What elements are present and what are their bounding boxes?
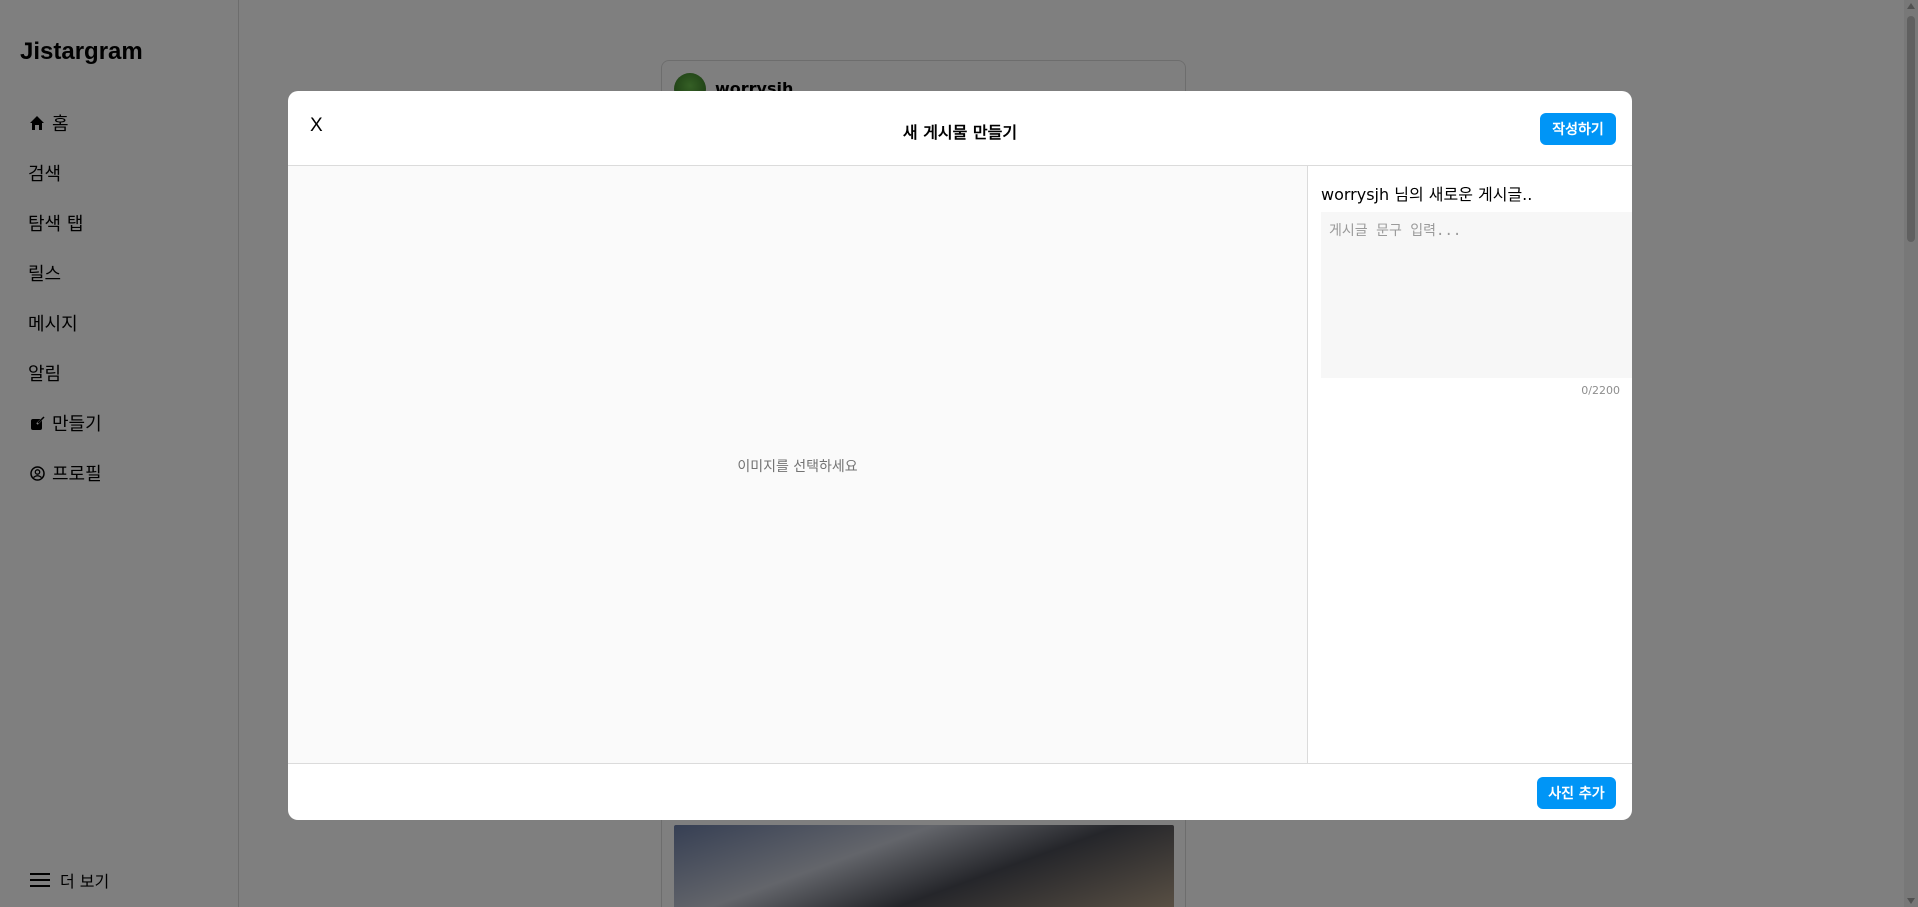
post-details-panel: worrysjh 님의 새로운 게시글.. 0/2200 <box>1309 166 1632 763</box>
image-placeholder-text: 이미지를 선택하세요 <box>737 459 858 475</box>
modal-header: X 새 게시물 만들기 작성하기 <box>288 91 1632 166</box>
modal-footer: 사진 추가 <box>288 763 1632 820</box>
caption-input[interactable] <box>1321 212 1632 378</box>
add-photo-button[interactable]: 사진 추가 <box>1537 777 1616 809</box>
author-line: worrysjh 님의 새로운 게시글.. <box>1321 185 1533 204</box>
image-select-area[interactable]: 이미지를 선택하세요 <box>288 166 1308 763</box>
submit-button[interactable]: 작성하기 <box>1540 113 1616 145</box>
modal-title: 새 게시물 만들기 <box>902 123 1018 142</box>
caption-char-counter: 0/2200 <box>1581 384 1620 397</box>
create-post-modal: X 새 게시물 만들기 작성하기 이미지를 선택하세요 worrysjh 님의 … <box>288 91 1632 820</box>
modal-body: 이미지를 선택하세요 worrysjh 님의 새로운 게시글.. 0/2200 <box>288 166 1632 763</box>
